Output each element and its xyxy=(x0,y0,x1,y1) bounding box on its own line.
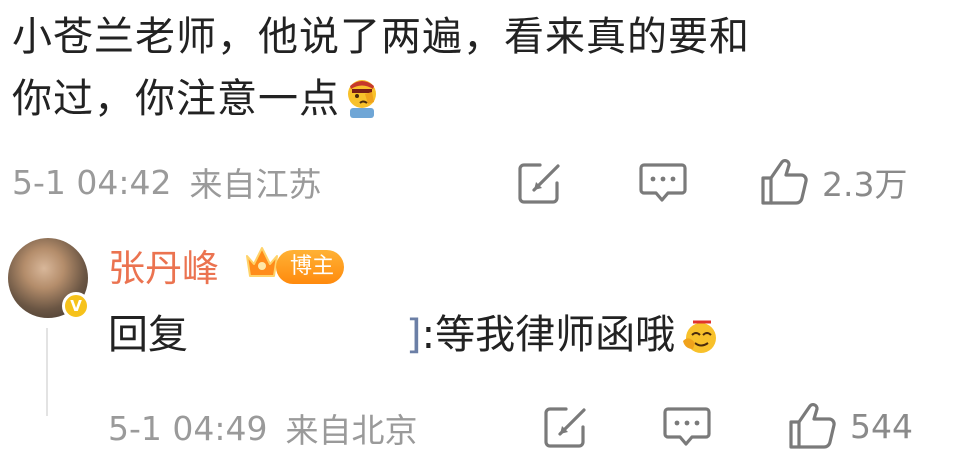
comment-text: 小苍兰老师，他说了两遍，看来真的要和 你过，你注意一点 xyxy=(12,6,942,130)
reply-content: :等我律师函哦 xyxy=(421,312,676,358)
comment-line-2-text: 你过，你注意一点 xyxy=(12,76,340,122)
comment-icon xyxy=(663,407,711,446)
reply-comment-button[interactable] xyxy=(662,404,712,450)
reply-like-button[interactable]: 544 xyxy=(786,400,913,452)
like-icon xyxy=(761,159,808,205)
like-icon xyxy=(789,403,836,449)
reply-time: 5-1 04:49 xyxy=(108,408,268,448)
comment-like-button[interactable]: 2.3万 xyxy=(758,156,907,208)
facepalm-emoji-icon xyxy=(348,80,376,118)
reply-like-count: 544 xyxy=(850,406,913,446)
comment-repost-button[interactable] xyxy=(516,160,564,206)
repost-icon xyxy=(518,163,560,204)
reply-username[interactable]: 张丹峰 xyxy=(108,238,219,292)
comment-line-1: 小苍兰老师，他说了两遍，看来真的要和 xyxy=(12,14,750,60)
thread-line xyxy=(46,328,48,416)
666-emoji-icon xyxy=(683,320,717,353)
repost-icon xyxy=(544,407,586,448)
blogger-badge: 博主 xyxy=(276,250,345,284)
redacted-area xyxy=(188,313,406,357)
reply-prefix: 回复 xyxy=(108,312,188,358)
reply-location: 来自北京 xyxy=(285,411,418,450)
comment-line-2: 你过，你注意一点 xyxy=(12,68,942,130)
crown-icon xyxy=(246,247,278,277)
reply-repost-button[interactable] xyxy=(542,404,590,450)
comment-location: 来自江苏 xyxy=(189,165,322,204)
reply-avatar[interactable]: V xyxy=(8,238,90,320)
comment-time: 5-1 04:42 xyxy=(12,162,172,202)
comment-icon xyxy=(639,163,687,202)
reply-partial-char: ] xyxy=(406,312,422,358)
reply-text: 回复 ] :等我律师函哦 xyxy=(108,306,723,364)
comment-reply-button[interactable] xyxy=(638,160,688,206)
verified-badge-icon: V xyxy=(62,292,90,320)
comment-like-count: 2.3万 xyxy=(822,165,908,204)
reply-meta: 5-1 04:49 来自北京 xyxy=(108,403,418,453)
comment-meta: 5-1 04:42 来自江苏 xyxy=(12,157,322,207)
